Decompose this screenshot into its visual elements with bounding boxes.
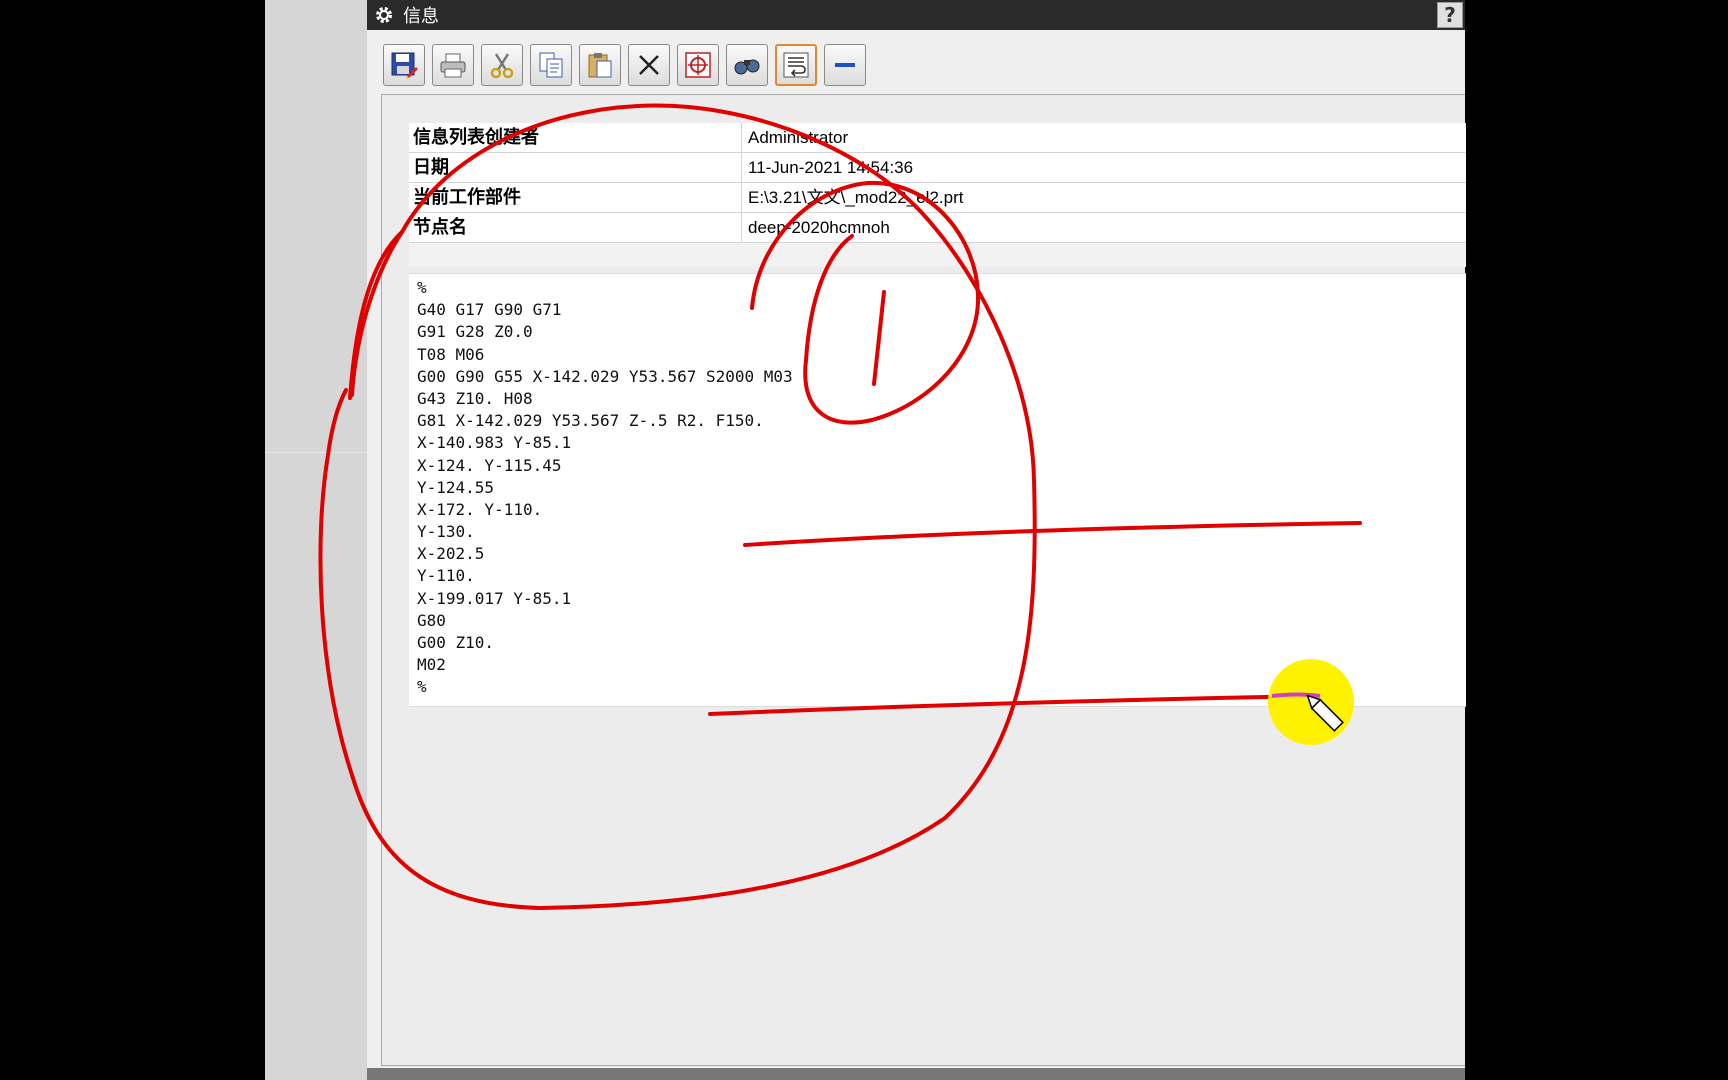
- code-line: X-202.5: [417, 544, 485, 564]
- code-line: X-124. Y-115.45: [417, 455, 562, 475]
- code-line: G00 Z10.: [417, 633, 495, 652]
- info-key: 节点名: [409, 213, 742, 242]
- code-line: G43 Z10. H08: [417, 388, 533, 408]
- info-window: 信息 ? 信息列表创建者 Administrator 日期 11-Jun-202…: [367, 0, 1466, 1080]
- info-key: 当前工作部件: [409, 183, 742, 212]
- background-panel: [265, 0, 367, 1080]
- word-wrap-button[interactable]: [775, 44, 817, 86]
- info-panel: 信息列表创建者 Administrator 日期 11-Jun-2021 14:…: [381, 94, 1466, 1066]
- binoculars-icon: [734, 59, 760, 75]
- cross-icon: [639, 55, 659, 75]
- info-row-node-name: 节点名 deep-2020hcmnoh: [409, 213, 1466, 243]
- code-line: G81 X-142.029 Y53.567 Z-.5 R2. F150.: [417, 411, 764, 431]
- print-button[interactable]: [432, 44, 474, 86]
- code-line: X-199.017 Y-85.1: [417, 588, 572, 608]
- minimize-button[interactable]: [824, 44, 866, 86]
- help-button[interactable]: ?: [1437, 2, 1463, 28]
- minus-icon: [835, 63, 855, 67]
- info-value: deep-2020hcmnoh: [748, 218, 890, 237]
- code-line: G00 G90 G55 X-142.029 Y53.567 S2000 M03: [417, 366, 793, 386]
- info-row-date: 日期 11-Jun-2021 14:54:36: [409, 153, 1466, 183]
- code-line: %: [417, 278, 427, 297]
- wrap-text-icon: [783, 52, 809, 78]
- code-line: G80: [417, 610, 446, 630]
- info-key: 日期: [409, 153, 742, 182]
- nc-code-text[interactable]: % G40 G17 G90 G71 G91 G28 Z0.0 T08 M06 G00 G…: [409, 273, 1466, 707]
- find-button[interactable]: [726, 44, 768, 86]
- code-line: %: [417, 677, 427, 697]
- target-button[interactable]: [677, 44, 719, 86]
- paste-clipboard-icon: [588, 53, 612, 78]
- code-line: G91 G28 Z0.0: [417, 322, 533, 342]
- info-value: E:\3.21\文文\_mod22_el2.prt: [748, 188, 964, 207]
- window-title: 信息: [403, 6, 439, 27]
- save-button[interactable]: [383, 44, 425, 86]
- gear-icon[interactable]: [373, 4, 395, 26]
- code-line: Y-130.: [417, 522, 475, 542]
- copy-button[interactable]: [530, 44, 572, 86]
- info-row-work-part: 当前工作部件 E:\3.21\文文\_mod22_el2.prt: [409, 183, 1466, 213]
- toolbar: [383, 44, 866, 88]
- code-line: M02: [417, 655, 446, 675]
- info-value: Administrator: [748, 128, 849, 147]
- code-line: G40 G17 G90 G71: [417, 300, 562, 320]
- info-key: 信息列表创建者: [409, 123, 742, 152]
- save-disk-icon: [391, 52, 418, 79]
- copy-icon: [539, 52, 563, 78]
- cut-button[interactable]: [481, 44, 523, 86]
- code-line: Y-110.: [417, 566, 475, 586]
- window-bottom-edge: [367, 1068, 1465, 1080]
- code-line: T08 M06: [417, 344, 485, 364]
- code-line: X-172. Y-110.: [417, 499, 543, 519]
- code-line: X-140.983 Y-85.1: [417, 433, 572, 453]
- code-line: Y-124.55: [417, 477, 495, 497]
- crosshair-icon: [685, 52, 711, 78]
- info-row-creator: 信息列表创建者 Administrator: [409, 123, 1466, 153]
- separator-band: [409, 243, 1466, 267]
- info-value: 11-Jun-2021 14:54:36: [748, 158, 914, 177]
- paste-button[interactable]: [579, 44, 621, 86]
- title-bar: 信息 ?: [367, 0, 1465, 30]
- printer-icon: [440, 53, 466, 78]
- info-table: 信息列表创建者 Administrator 日期 11-Jun-2021 14:…: [409, 123, 1466, 243]
- delete-button[interactable]: [628, 44, 670, 86]
- scissors-icon: [490, 53, 514, 79]
